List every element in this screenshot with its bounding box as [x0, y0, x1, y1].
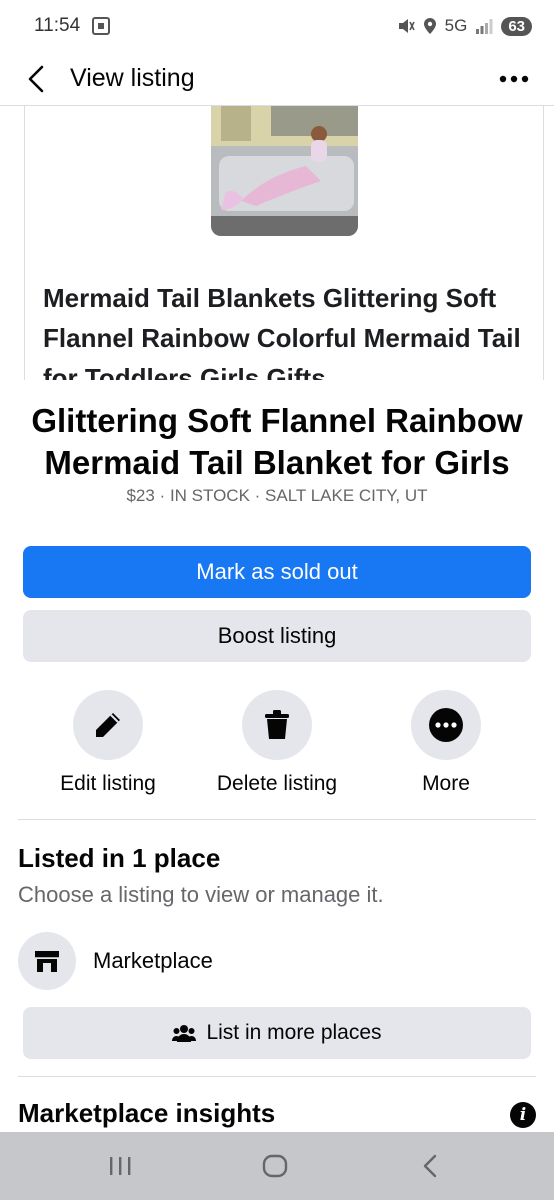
- listed-in-subtitle: Choose a listing to view or manage it.: [18, 882, 384, 907]
- marketplace-insights-title: Marketplace insights: [18, 1098, 276, 1128]
- divider: [18, 819, 536, 820]
- people-icon: [172, 1025, 197, 1042]
- status-time: 11:54: [34, 15, 81, 36]
- mark-as-sold-button[interactable]: Mark as sold out: [23, 546, 531, 598]
- recent-apps-button[interactable]: [100, 1150, 140, 1182]
- listing-title: Glittering Soft Flannel Rainbow Mermaid …: [31, 402, 523, 481]
- back-nav-button[interactable]: [410, 1150, 450, 1182]
- trash-icon: [265, 710, 289, 739]
- more-action[interactable]: More: [361, 690, 531, 796]
- marketplace-listing-row[interactable]: Marketplace: [18, 932, 213, 990]
- listed-in-title: Listed in 1 place: [18, 843, 221, 873]
- storefront-icon-wrap: [18, 932, 76, 990]
- status-indicators: 5G 63: [397, 16, 532, 36]
- edit-listing-button[interactable]: [73, 690, 143, 760]
- back-chevron-icon: [423, 1154, 437, 1178]
- pencil-icon: [96, 713, 120, 737]
- status-bar: 11:54 5G 63: [0, 0, 554, 52]
- screenshot-icon: [92, 17, 111, 35]
- listing-actions: Edit listing Delete listing More: [0, 690, 554, 800]
- more-circle-icon: [429, 708, 463, 742]
- more-action-label: More: [422, 772, 470, 795]
- back-button[interactable]: [12, 55, 60, 103]
- battery-badge: 63: [501, 16, 532, 36]
- app-header: View listing: [0, 52, 554, 106]
- listing-preview-card[interactable]: Mermaid Tail Blankets Glittering Soft Fl…: [24, 106, 544, 380]
- more-options-button[interactable]: [496, 61, 532, 97]
- preview-title: Mermaid Tail Blankets Glittering Soft Fl…: [43, 283, 521, 380]
- storefront-icon: [35, 951, 59, 972]
- system-nav-bar: [0, 1132, 554, 1200]
- delete-listing-action[interactable]: Delete listing: [192, 690, 362, 796]
- info-icon[interactable]: i: [510, 1102, 536, 1128]
- home-icon: [262, 1154, 288, 1178]
- home-button[interactable]: [255, 1150, 295, 1182]
- boost-listing-label: Boost listing: [217, 623, 337, 648]
- back-arrow-icon: [28, 65, 44, 92]
- delete-listing-button[interactable]: [242, 690, 312, 760]
- more-action-button[interactable]: [411, 690, 481, 760]
- list-in-more-places-label: List in more places: [206, 1021, 382, 1044]
- listing-photo[interactable]: [211, 106, 358, 236]
- listing-price-status-location: $23 · IN STOCK · SALT LAKE CITY, UT: [126, 486, 428, 505]
- recent-apps-icon: [110, 1157, 131, 1175]
- delete-listing-label: Delete listing: [216, 772, 338, 795]
- edit-listing-action[interactable]: Edit listing: [23, 690, 193, 796]
- mute-icon: [398, 19, 415, 33]
- mark-as-sold-label: Mark as sold out: [196, 559, 358, 584]
- list-in-more-places-button[interactable]: List in more places: [23, 1007, 531, 1059]
- divider: [18, 1076, 536, 1077]
- location-icon: [423, 18, 436, 34]
- network-label: 5G: [444, 16, 468, 35]
- marketplace-label: Marketplace: [93, 948, 213, 973]
- edit-listing-label: Edit listing: [60, 772, 156, 795]
- more-dots-icon: [499, 75, 529, 82]
- page-title: View listing: [70, 64, 195, 92]
- boost-listing-button[interactable]: Boost listing: [23, 610, 531, 662]
- signal-icon: [476, 19, 493, 34]
